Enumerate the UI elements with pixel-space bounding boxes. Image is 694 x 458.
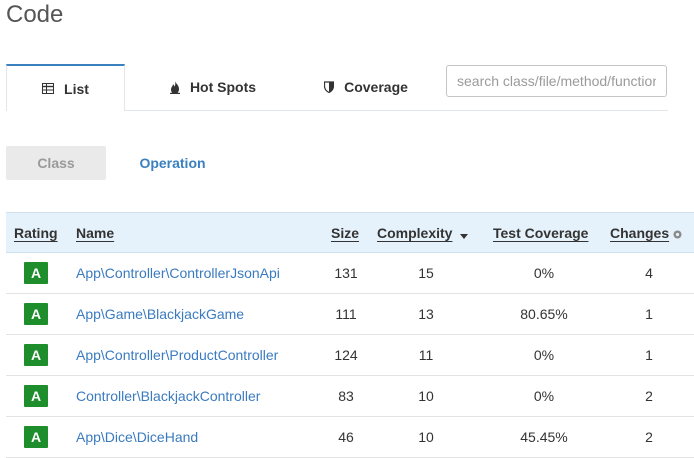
tab-coverage-label: Coverage bbox=[344, 79, 408, 95]
size-value: 124 bbox=[334, 347, 358, 363]
tab-coverage[interactable]: Coverage bbox=[296, 64, 436, 110]
tab-list-label: List bbox=[64, 80, 89, 97]
tab-hot-spots[interactable]: Hot Spots bbox=[132, 64, 294, 110]
tab-list[interactable]: List bbox=[6, 64, 125, 111]
class-name-link[interactable]: App\Controller\ControllerJsonApi bbox=[76, 253, 280, 293]
fire-icon bbox=[169, 80, 180, 94]
complexity-value: 11 bbox=[418, 347, 434, 363]
changes-value: 2 bbox=[645, 429, 653, 445]
complexity-value: 10 bbox=[418, 388, 434, 404]
rating-badge: A bbox=[24, 303, 48, 325]
subtab-class[interactable]: Class bbox=[6, 146, 106, 180]
code-table: Rating Name Size Complexity Test Coverag… bbox=[6, 212, 694, 458]
coverage-value: 0% bbox=[533, 388, 555, 404]
header-complexity[interactable]: Complexity bbox=[377, 213, 469, 254]
complexity-value: 15 bbox=[418, 265, 434, 281]
rating-badge: A bbox=[24, 344, 48, 366]
table-row: A App\Game\BlackjackGame 111 13 80.65% 1 bbox=[6, 294, 694, 335]
changes-value: 1 bbox=[645, 347, 653, 363]
coverage-value: 0% bbox=[533, 347, 555, 363]
subtab-operation[interactable]: Operation bbox=[106, 146, 239, 180]
table-row: A App\Controller\ControllerJsonApi 131 1… bbox=[6, 253, 694, 294]
coverage-value: 80.65% bbox=[520, 306, 568, 322]
table-row: A Controller\BlackjackController 83 10 0… bbox=[6, 376, 694, 417]
size-value: 83 bbox=[338, 388, 354, 404]
complexity-value: 13 bbox=[418, 306, 434, 322]
table-header: Rating Name Size Complexity Test Coverag… bbox=[6, 212, 694, 253]
rating-badge: A bbox=[24, 262, 48, 284]
class-name-link[interactable]: Controller\BlackjackController bbox=[76, 376, 260, 416]
info-icon[interactable] bbox=[673, 214, 682, 254]
size-value: 131 bbox=[334, 265, 358, 281]
sort-desc-icon bbox=[460, 214, 469, 254]
header-size[interactable]: Size bbox=[331, 213, 359, 253]
rating-badge: A bbox=[24, 385, 48, 407]
changes-value: 1 bbox=[645, 306, 653, 322]
table-row: A App\Dice\DiceHand 46 10 45.45% 2 bbox=[6, 417, 694, 458]
changes-value: 2 bbox=[645, 388, 653, 404]
search-input[interactable] bbox=[446, 65, 667, 97]
changes-value: 4 bbox=[645, 265, 653, 281]
size-value: 111 bbox=[335, 306, 357, 322]
class-name-link[interactable]: App\Dice\DiceHand bbox=[76, 417, 198, 457]
coverage-value: 45.45% bbox=[520, 429, 568, 445]
table-row: A App\Controller\ProductController 124 1… bbox=[6, 335, 694, 376]
class-name-link[interactable]: App\Game\BlackjackGame bbox=[76, 294, 244, 334]
page-title: Code bbox=[6, 1, 64, 28]
class-name-link[interactable]: App\Controller\ProductController bbox=[76, 335, 278, 375]
header-rating[interactable]: Rating bbox=[14, 213, 58, 253]
rating-badge: A bbox=[24, 426, 48, 448]
table-icon bbox=[42, 83, 55, 94]
size-value: 46 bbox=[338, 429, 354, 445]
header-test-coverage[interactable]: Test Coverage bbox=[493, 213, 588, 253]
complexity-value: 10 bbox=[418, 429, 434, 445]
shield-icon bbox=[324, 81, 335, 93]
coverage-value: 0% bbox=[533, 265, 555, 281]
header-name[interactable]: Name bbox=[76, 213, 114, 253]
tab-hot-spots-label: Hot Spots bbox=[189, 79, 257, 95]
header-changes[interactable]: Changes bbox=[610, 213, 682, 253]
